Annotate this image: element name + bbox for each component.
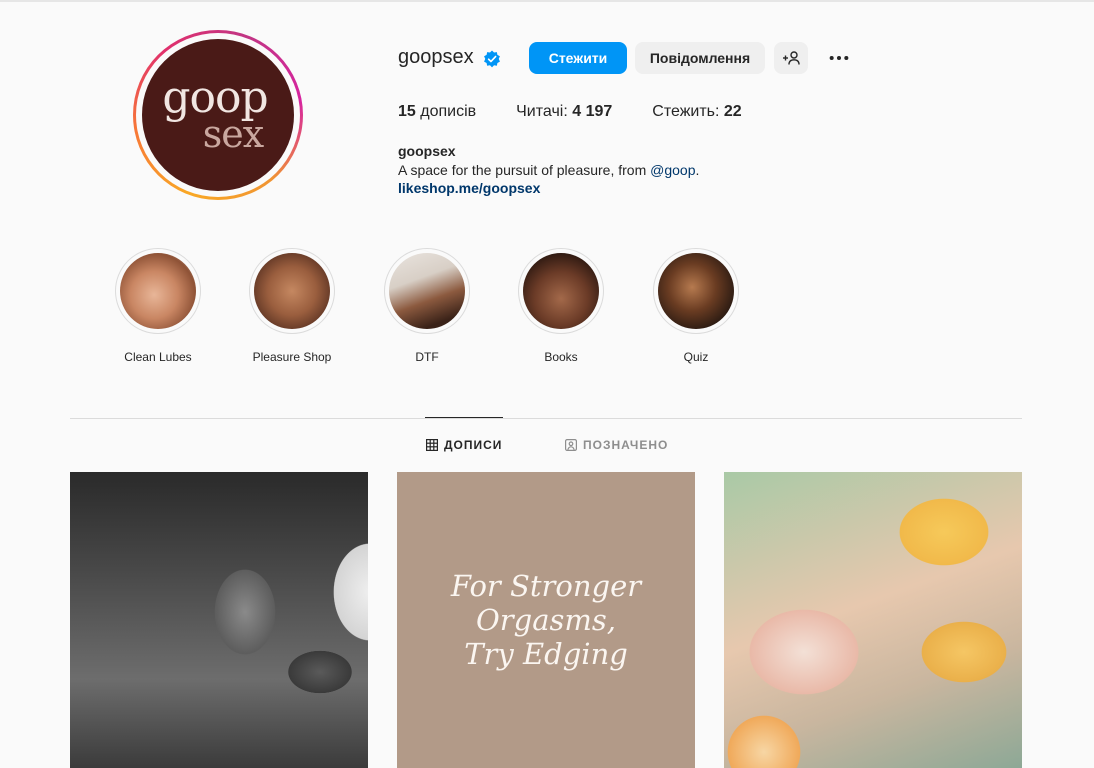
highlight-cover-image bbox=[254, 253, 330, 329]
following-stat[interactable]: Стежить: 22 bbox=[652, 103, 741, 121]
following-count: 22 bbox=[723, 103, 742, 120]
posts-stat: 15 дописів bbox=[398, 103, 476, 121]
message-button[interactable]: Повідомлення bbox=[635, 42, 765, 74]
verified-badge-icon bbox=[484, 50, 500, 68]
highlight-dtf[interactable]: DTF bbox=[372, 248, 482, 364]
more-horizontal-icon bbox=[829, 55, 849, 61]
active-tab-indicator bbox=[425, 417, 503, 418]
following-stat-label: Стежить: bbox=[652, 103, 720, 120]
highlight-cover-image bbox=[523, 253, 599, 329]
highlight-label: Books bbox=[544, 350, 578, 364]
highlight-label: Quiz bbox=[683, 350, 709, 364]
highlight-cover-image bbox=[658, 253, 734, 329]
highlight-books[interactable]: Books bbox=[506, 248, 616, 364]
bio-text: A space for the pursuit of pleasure, fro… bbox=[398, 162, 699, 178]
highlight-pleasure-shop[interactable]: Pleasure Shop bbox=[237, 248, 347, 364]
profile-username: goopsex bbox=[398, 46, 474, 68]
tab-posts-label: ДОПИСИ bbox=[444, 438, 503, 452]
post-thumbnail[interactable]: For Stronger Orgasms, Try Edging bbox=[397, 472, 695, 768]
highlight-ring bbox=[249, 248, 335, 334]
post-text-line: For Stronger bbox=[450, 569, 642, 603]
highlight-cover-image bbox=[120, 253, 196, 329]
tab-posts[interactable]: ДОПИСИ bbox=[426, 438, 502, 452]
bio-text-end: . bbox=[695, 162, 700, 178]
bio-mention-link[interactable]: @goop bbox=[650, 162, 695, 178]
highlight-ring bbox=[653, 248, 739, 334]
avatar-logo-sex: sex bbox=[202, 112, 264, 156]
tab-tagged[interactable]: ПОЗНАЧЕНО bbox=[565, 438, 668, 452]
tagged-person-icon bbox=[565, 439, 577, 451]
bio-website-link[interactable]: likeshop.me/goopsex bbox=[398, 180, 540, 196]
tabs-divider bbox=[70, 418, 1022, 419]
post-text-overlay: For Stronger Orgasms, Try Edging bbox=[451, 569, 641, 671]
profile-avatar[interactable]: goop sex bbox=[142, 39, 294, 191]
post-thumbnail[interactable] bbox=[724, 472, 1022, 768]
posts-count: 15 bbox=[398, 103, 416, 120]
followers-count: 4 197 bbox=[572, 103, 613, 120]
top-divider bbox=[0, 0, 1094, 2]
post-thumbnail[interactable] bbox=[70, 472, 368, 768]
more-options-button[interactable] bbox=[822, 42, 856, 74]
profile-avatar-ring[interactable]: goop sex bbox=[133, 30, 303, 200]
highlight-label: DTF bbox=[415, 350, 439, 364]
tab-tagged-label: ПОЗНАЧЕНО bbox=[583, 438, 669, 452]
highlight-ring bbox=[518, 248, 604, 334]
post-text-line: Try Edging bbox=[464, 637, 628, 671]
profile-stats: 15 дописів Читачі: 4 197 Стежить: 22 bbox=[398, 103, 782, 121]
followers-stat[interactable]: Читачі: 4 197 bbox=[516, 103, 612, 121]
highlight-clean-lubes[interactable]: Clean Lubes bbox=[103, 248, 213, 364]
posts-stat-label: дописів bbox=[420, 103, 477, 120]
highlight-cover-image bbox=[389, 253, 465, 329]
grid-icon bbox=[426, 439, 438, 451]
highlight-quiz[interactable]: Quiz bbox=[641, 248, 751, 364]
bio-text-start: A space for the pursuit of pleasure, fro… bbox=[398, 162, 651, 178]
suggest-accounts-button[interactable] bbox=[774, 42, 808, 74]
highlight-label: Clean Lubes bbox=[124, 350, 192, 364]
highlight-ring bbox=[115, 248, 201, 334]
person-add-icon bbox=[783, 51, 800, 65]
highlight-ring bbox=[384, 248, 470, 334]
post-text-line: Orgasms, bbox=[476, 603, 616, 637]
followers-stat-label: Читачі: bbox=[516, 103, 568, 120]
highlight-label: Pleasure Shop bbox=[252, 350, 332, 364]
follow-button[interactable]: Стежити bbox=[529, 42, 627, 74]
bio-name: goopsex bbox=[398, 143, 456, 159]
